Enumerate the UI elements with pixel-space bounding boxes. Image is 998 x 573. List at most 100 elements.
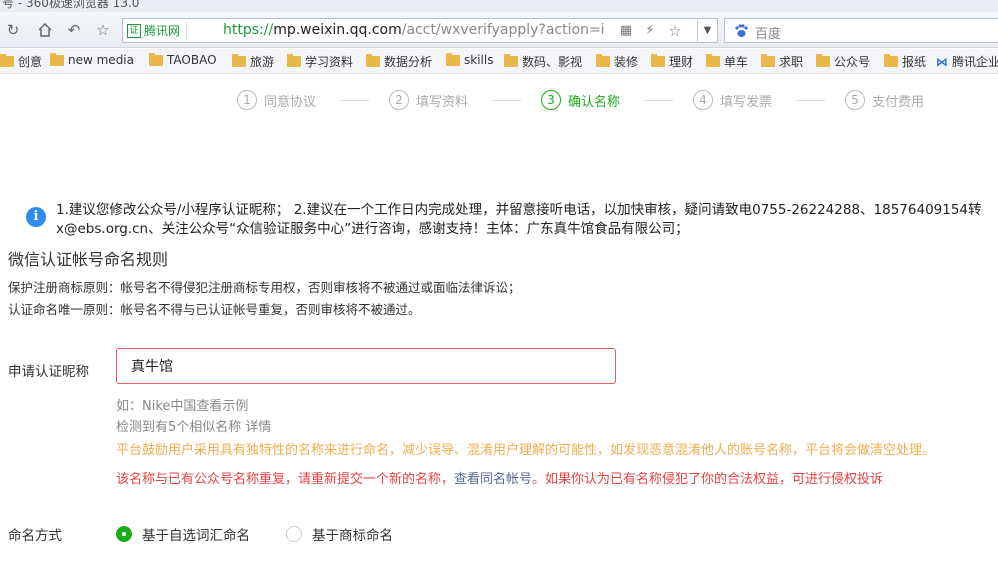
folder-icon: [50, 52, 64, 66]
rule-unique: 认证命名唯一原则：帐号名不得与已认证帐号重复，否则审核将不被通过。: [8, 302, 421, 317]
rule-trademark: 保护注册商标原则：帐号名不得侵犯注册商标专用权，否则审核将不被通过或面临法律诉讼…: [8, 280, 521, 295]
bookmark-item[interactable]: ⋈ 腾讯企业: [936, 53, 998, 70]
radio-custom-words[interactable]: 基于自选词汇命名: [116, 524, 250, 544]
favorite-star-icon[interactable]: ☆: [92, 19, 114, 41]
folder-icon: [149, 52, 163, 66]
folder-icon: [446, 52, 460, 66]
bookmark-item[interactable]: skills: [446, 52, 494, 67]
bookmark-label: new media: [68, 53, 134, 67]
step-label: 支付费用: [872, 94, 925, 110]
radio-trademark[interactable]: 基于商标命名: [286, 524, 393, 544]
similar-names-hint: 检测到有5个相似名称 详情: [116, 420, 272, 435]
folder-icon: [651, 54, 665, 67]
bookmark-label: 报纸: [902, 55, 927, 69]
bookmark-item[interactable]: TAOBAO: [149, 52, 217, 67]
search-box[interactable]: 百度: [724, 18, 998, 43]
bookmark-label: 装修: [614, 55, 639, 69]
similar-details-link[interactable]: 详情: [245, 420, 271, 435]
nickname-label: 申请认证昵称: [8, 364, 89, 380]
bookmark-item[interactable]: 装修: [596, 53, 638, 70]
bookmark-item[interactable]: 创意: [0, 53, 42, 70]
step-number: 4: [693, 90, 713, 110]
view-example-link[interactable]: 查看示例: [196, 399, 248, 414]
bookmark-label: 公众号: [834, 55, 871, 69]
view-same-name-link[interactable]: 查看同名帐号: [454, 472, 532, 487]
step-label: 填写发票: [720, 94, 773, 110]
step-label: 填写资料: [416, 94, 469, 110]
bookmark-label: 旅游: [250, 55, 275, 69]
folder-icon: [761, 54, 775, 67]
step-4: 4 填写发票: [693, 90, 772, 110]
bookmark-label: 单车: [724, 55, 749, 69]
step-number: 3: [541, 90, 561, 110]
folder-icon: [706, 54, 720, 67]
duplicate-name-error: 该名称与已有公众号名称重复，请重新提交一个新的名称，查看同名帐号。如果你认为已有…: [116, 472, 884, 487]
step-number: 2: [389, 90, 409, 110]
address-bar[interactable]: 证 腾讯网 https://mp.weixin.qq.com/acct/wxve…: [122, 18, 718, 43]
search-engine-label: 百度: [755, 27, 782, 42]
step-5: 5 支付费用: [845, 90, 924, 110]
bookmark-label: 数码、影视: [522, 55, 583, 69]
bookmark-label: 数据分析: [384, 55, 433, 69]
bookmark-item[interactable]: 学习资料: [287, 53, 353, 70]
bookmark-star-icon[interactable]: ☆: [666, 22, 684, 40]
step-label: 同意协议: [264, 94, 317, 110]
window-title-bar: 号 - 360极速浏览器 13.0: [0, 0, 998, 12]
notice-line-1: 1.建议您修改公众号/小程序认证昵称； 2.建议在一个工作日内完成处理，并留意接…: [56, 202, 982, 218]
window-title: 号 - 360极速浏览器 13.0: [2, 0, 140, 10]
bookmark-item[interactable]: 理财: [651, 53, 693, 70]
folder-icon: [287, 54, 301, 67]
step-3: 3 确认名称: [541, 90, 620, 110]
undo-close-tab-icon[interactable]: ↶: [63, 19, 85, 41]
bookmark-label: 理财: [669, 55, 694, 69]
bookmark-label: TAOBAO: [167, 53, 217, 67]
naming-rules-title: 微信认证帐号命名规则: [8, 250, 169, 269]
folder-icon: [504, 54, 518, 67]
bookmark-label: skills: [464, 53, 494, 67]
step-connector: [643, 100, 673, 101]
tencent-exmail-icon: ⋈: [936, 54, 948, 69]
radio-unchecked-icon[interactable]: [286, 526, 302, 542]
address-dropdown-icon[interactable]: ▼: [697, 18, 717, 43]
bookmark-item[interactable]: 旅游: [232, 53, 274, 70]
step-label: 确认名称: [568, 94, 621, 110]
bookmark-label: 创意: [18, 55, 43, 69]
bookmark-label: 学习资料: [305, 55, 354, 69]
folder-icon: [884, 54, 898, 67]
folder-icon: [232, 54, 246, 67]
folder-icon: [366, 54, 380, 67]
secure-org-label: 腾讯网: [144, 24, 181, 38]
bookmark-item[interactable]: new media: [50, 52, 134, 67]
step-number: 1: [237, 90, 257, 110]
bookmark-item[interactable]: 数据分析: [366, 53, 432, 70]
step-2: 2 填写资料: [389, 90, 468, 110]
folder-icon: [816, 54, 830, 67]
baidu-paw-icon: [735, 24, 748, 37]
bookmark-item[interactable]: 求职: [761, 53, 803, 70]
step-connector: [795, 100, 825, 101]
platform-tip: 平台鼓励用户采用具有独特性的名称来进行命名，减少误导、混淆用户理解的可能性，如发…: [116, 443, 936, 458]
bookmark-item[interactable]: 数码、影视: [504, 53, 582, 70]
folder-icon: [596, 54, 610, 67]
step-connector: [491, 100, 521, 101]
qr-code-icon[interactable]: ▦: [617, 22, 635, 40]
home-icon[interactable]: [34, 19, 56, 41]
naming-method-label: 命名方式: [8, 528, 62, 544]
browser-toolbar: ↻ ↶ ☆ 证 腾讯网 https://mp.weixin.qq.com/acc…: [0, 12, 998, 48]
secure-site-badge[interactable]: 证 腾讯网: [127, 22, 188, 39]
step-1: 1 同意协议: [237, 90, 316, 110]
bookmark-item[interactable]: 公众号: [816, 53, 870, 70]
reload-icon[interactable]: ↻: [2, 19, 24, 41]
radio-checked-icon[interactable]: [116, 526, 132, 542]
folder-icon: [0, 54, 14, 67]
url-text[interactable]: https://mp.weixin.qq.com/acct/wxverifyap…: [223, 22, 605, 38]
lightning-icon[interactable]: ⚡︎: [641, 22, 659, 40]
bookmark-item[interactable]: 报纸: [884, 53, 926, 70]
notice-line-2: x@ebs.org.cn、关注公众号“众信验证服务中心”进行咨询，感谢支持！主体…: [56, 221, 689, 237]
info-icon: i: [26, 207, 46, 227]
bookmarks-bar: 创意 new media TAOBAO 旅游 学习资料 数据分析 skills 数码、影视 装修…: [0, 49, 998, 74]
nickname-input[interactable]: [116, 348, 616, 384]
example-hint: 如：Nike中国查看示例: [116, 399, 249, 414]
certificate-icon: 证: [127, 23, 141, 38]
bookmark-item[interactable]: 单车: [706, 53, 748, 70]
